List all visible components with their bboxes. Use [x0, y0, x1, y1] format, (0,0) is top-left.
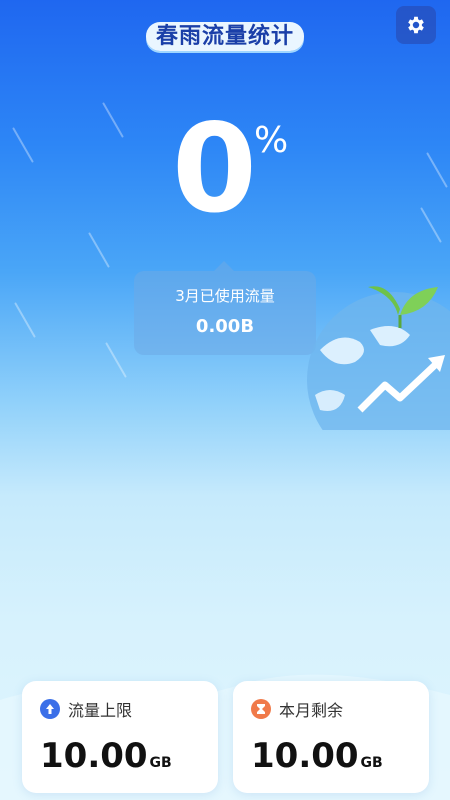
usage-percent: 0 % [172, 98, 288, 240]
rain-streak [426, 152, 448, 188]
traffic-limit-amount: 10.00 GB [40, 736, 172, 776]
month-usage-label: 3月已使用流量 [175, 287, 275, 305]
upload-arrow-icon [40, 699, 60, 719]
rain-streak [14, 302, 36, 338]
app-title-text: 春雨流量统计 [145, 22, 304, 51]
globe-illustration [307, 286, 450, 430]
rain-streak [420, 207, 442, 243]
app-title: 春雨流量统计 [0, 18, 450, 51]
rain-streak [102, 102, 124, 138]
traffic-limit-label: 流量上限 [68, 701, 133, 720]
remaining-traffic-header: 本月剩余 [251, 697, 343, 721]
gear-icon [408, 16, 424, 34]
month-usage-value: 0.00B [195, 316, 255, 337]
settings-button[interactable] [396, 6, 436, 44]
remaining-traffic-card[interactable]: 本月剩余 10.00 GB [233, 681, 429, 793]
traffic-limit-unit: GB [149, 755, 172, 771]
rain-streak [12, 127, 34, 163]
rain-streak [88, 232, 110, 268]
traffic-limit-value: 10.00 [40, 736, 148, 776]
usage-bubble: 3月已使用流量 0.00B [134, 261, 316, 355]
usage-percent-value: 0 [172, 98, 257, 240]
traffic-limit-header: 流量上限 [40, 697, 132, 721]
remaining-traffic-value: 10.00 [251, 736, 359, 776]
hourglass-icon [251, 699, 271, 719]
traffic-limit-card[interactable]: 流量上限 10.00 GB [22, 681, 218, 793]
remaining-traffic-label: 本月剩余 [279, 701, 344, 720]
remaining-traffic-unit: GB [360, 755, 383, 771]
remaining-traffic-amount: 10.00 GB [251, 736, 383, 776]
rain-streak [105, 342, 127, 378]
usage-percent-sign: % [254, 120, 289, 161]
